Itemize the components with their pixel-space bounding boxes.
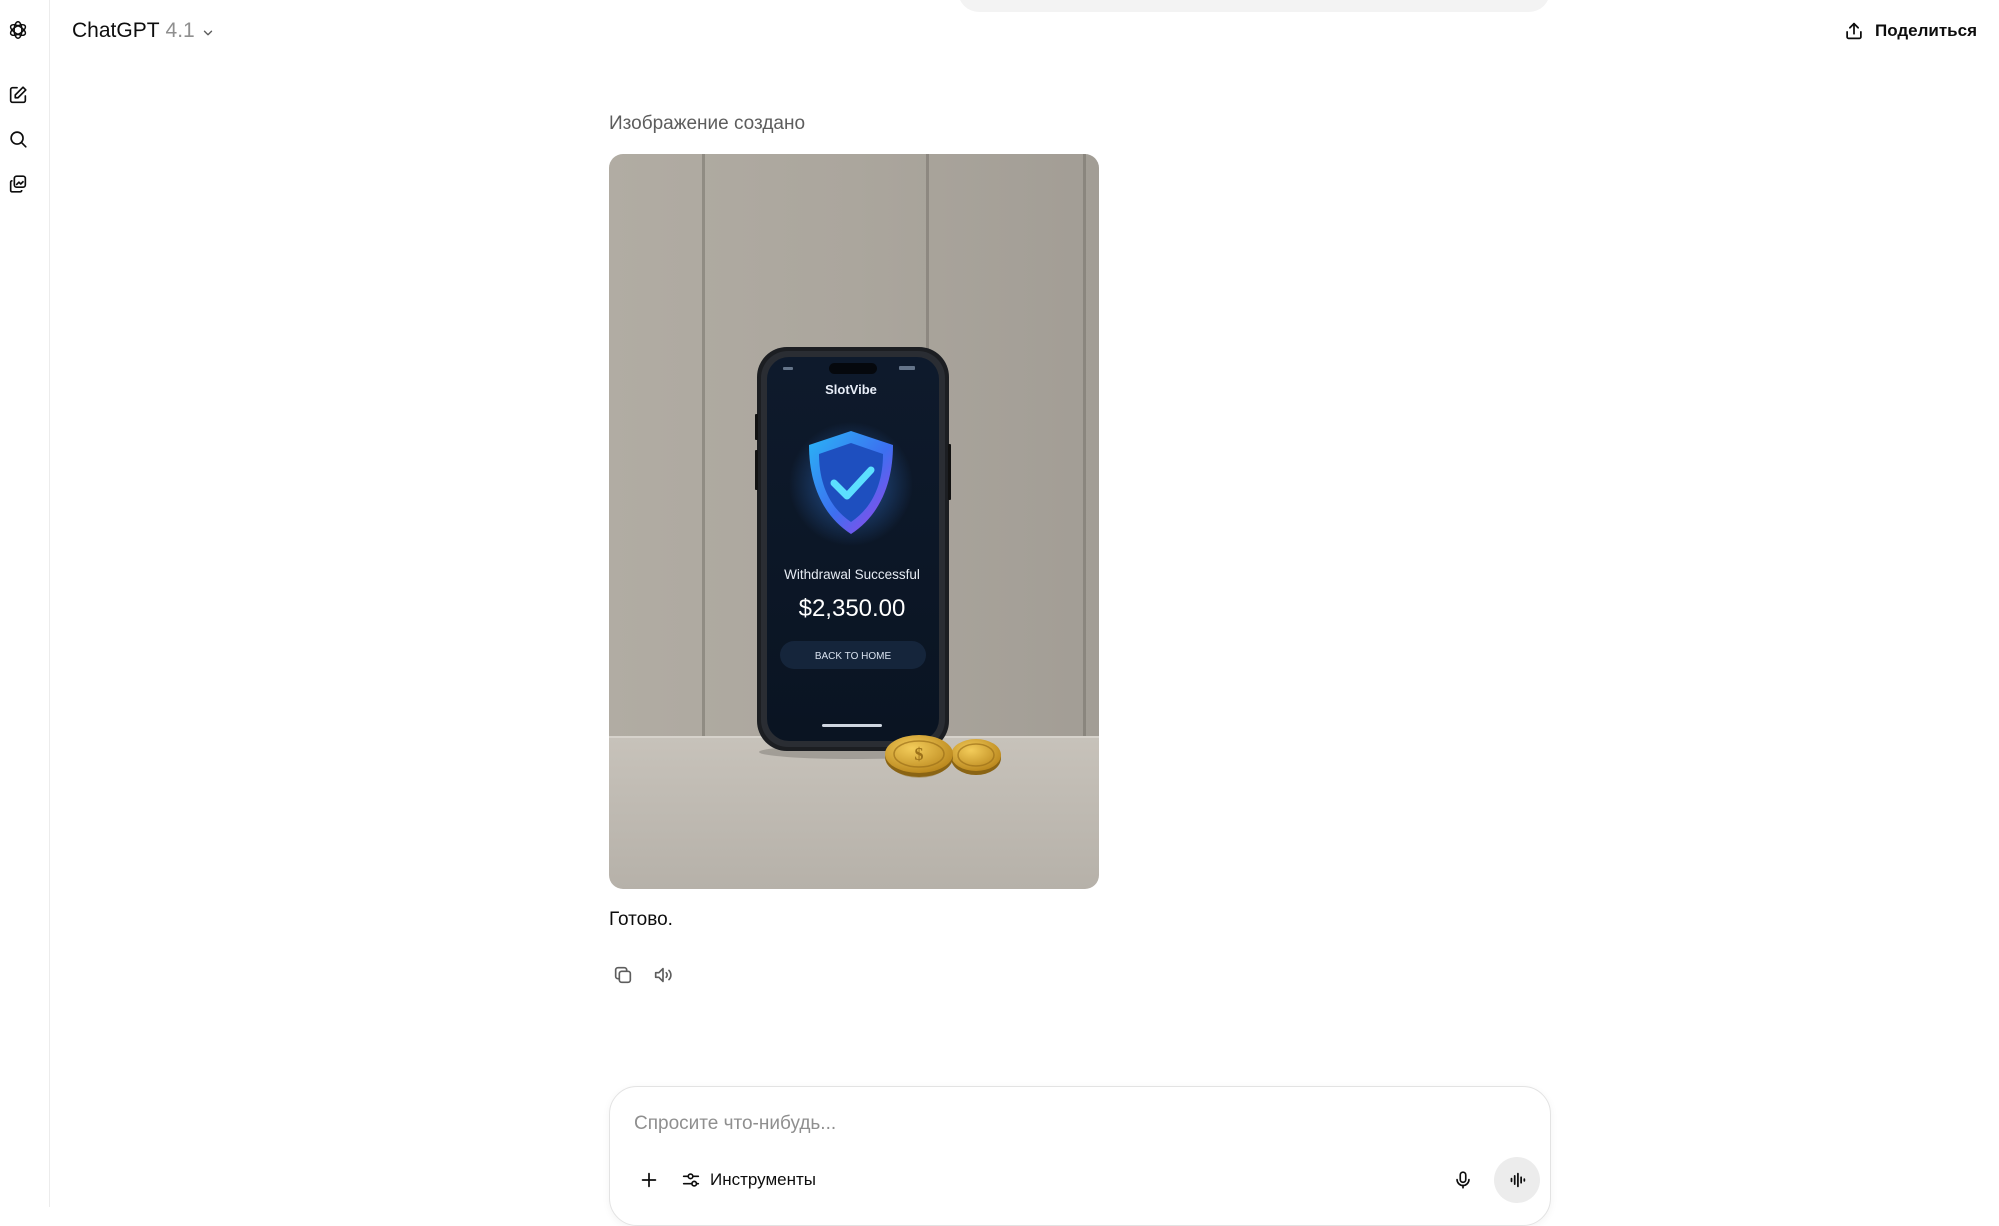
composer: Инструменты: [609, 1086, 1551, 1226]
prompt-input[interactable]: [634, 1107, 1514, 1141]
model-version: 4.1: [165, 19, 195, 42]
message-actions: [609, 960, 677, 990]
withdrawal-amount-text: $2,350.00: [799, 595, 906, 622]
voice-waveform-icon: [1510, 1172, 1526, 1188]
share-icon: [1846, 22, 1862, 40]
generated-image[interactable]: SlotVibe Withdrawal Successful $2,350.00…: [609, 154, 1099, 889]
dictate-button[interactable]: [1446, 1163, 1480, 1197]
share-label: Поделиться: [1874, 21, 1977, 40]
sliders-icon: [682, 1173, 700, 1187]
back-to-home-text: BACK TO HOME: [815, 651, 892, 662]
new-chat-icon[interactable]: [4, 81, 32, 109]
tools-label: Инструменты: [710, 1170, 817, 1189]
app-name-text: SlotVibe: [825, 382, 877, 397]
share-button[interactable]: Поделиться: [1835, 14, 1985, 48]
chevron-down-icon: [203, 30, 212, 35]
left-rail: [0, 0, 50, 1207]
copy-button[interactable]: [609, 961, 637, 989]
voice-mode-button[interactable]: [1494, 1157, 1540, 1203]
plus-icon: [641, 1172, 657, 1188]
image-created-caption: Изображение создано: [609, 113, 806, 134]
svg-text:$: $: [915, 744, 924, 764]
search-icon[interactable]: [4, 125, 32, 153]
openai-logo-icon[interactable]: [4, 16, 32, 44]
microphone-icon: [1456, 1171, 1470, 1189]
speaker-icon: [654, 967, 672, 983]
attach-button[interactable]: [632, 1163, 666, 1197]
withdrawal-status-text: Withdrawal Successful: [784, 567, 920, 582]
model-name: ChatGPT: [72, 19, 160, 42]
model-switcher[interactable]: ChatGPT 4.1: [72, 16, 215, 46]
library-icon[interactable]: [4, 170, 32, 198]
assistant-reply-text: Готово.: [609, 909, 673, 930]
copy-icon: [614, 966, 632, 984]
read-aloud-button[interactable]: [649, 961, 677, 989]
previous-user-message-bubble: [958, 0, 1550, 12]
tools-button[interactable]: Инструменты: [674, 1163, 822, 1197]
